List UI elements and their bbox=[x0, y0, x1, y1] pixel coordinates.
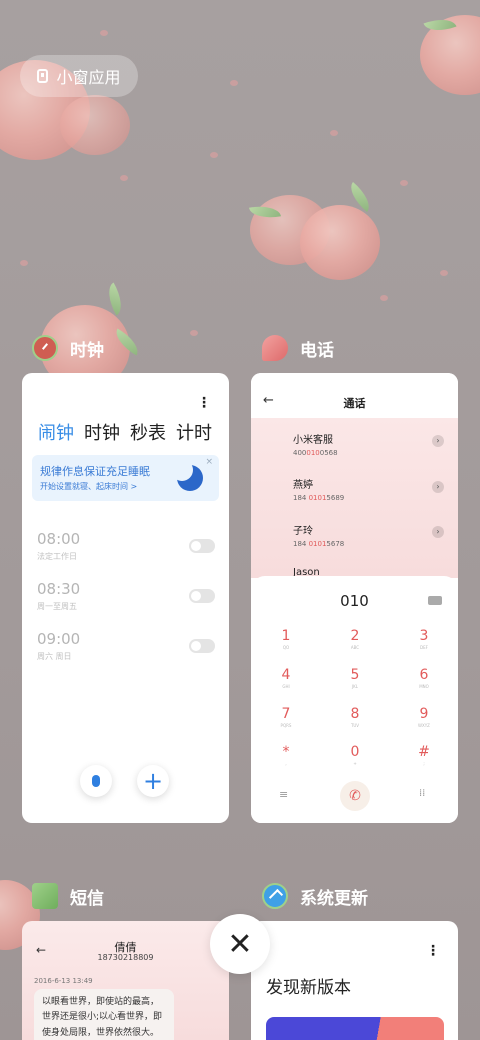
dial-key[interactable]: 2 ABC bbox=[325, 628, 385, 650]
contact-item[interactable]: 小米客服 4000100568 bbox=[293, 431, 338, 457]
plus-icon: + bbox=[142, 767, 164, 795]
alarm-repeat: 周一至周五 bbox=[37, 602, 77, 611]
banner-close-icon[interactable]: × bbox=[205, 457, 213, 467]
phone-app-icon bbox=[262, 335, 288, 361]
alarm-repeat: 周六 周日 bbox=[37, 652, 72, 661]
tab-alarm[interactable]: 闹钟 bbox=[38, 419, 74, 445]
update-banner bbox=[266, 1017, 444, 1040]
dial-key[interactable]: *, bbox=[256, 744, 316, 766]
clock-tabs: 闹钟 时钟 秒表 计时 bbox=[38, 419, 212, 445]
more-options-icon[interactable]: ⋮ bbox=[426, 943, 440, 959]
clock-app-icon bbox=[32, 335, 58, 361]
dialpad: 010 1 QO 2 ABC 3 DEF 4 GHI 5 JKL 6 MNO 7 PQRS 8… bbox=[251, 576, 458, 823]
contact-name: 子玲 bbox=[293, 526, 313, 537]
sms-app-card[interactable]: ← 倩倩 18730218809 2016-6-13 13:49 以眼看世界，即… bbox=[22, 921, 229, 1040]
dial-key[interactable]: 4 GHI bbox=[256, 667, 316, 689]
contact-number: 184 01015678 bbox=[293, 540, 345, 548]
keypad-grid-icon[interactable]: ⁞⁞ bbox=[419, 788, 425, 799]
dial-key[interactable]: #; bbox=[394, 744, 454, 766]
sms-contact-number: 18730218809 bbox=[97, 953, 154, 962]
phone-app-card[interactable]: ← 通话 小米客服 4000100568 › 燕婷 184 01015689 ›… bbox=[251, 373, 458, 823]
banner-title: 规律作息保证充足睡眠 bbox=[40, 465, 150, 478]
sms-app-header[interactable]: 短信 bbox=[32, 883, 104, 909]
floating-apps-button[interactable]: 小窗应用 bbox=[20, 55, 138, 97]
backspace-icon[interactable] bbox=[428, 596, 442, 605]
contact-list: 小米客服 4000100568 › 燕婷 184 01015689 › 子玲 1… bbox=[251, 418, 458, 578]
alarm-item[interactable]: 08:00 法定工作日 bbox=[37, 530, 215, 570]
message-date: 2016-6-13 13:49 bbox=[34, 977, 93, 985]
alarm-repeat: 法定工作日 bbox=[37, 552, 77, 561]
clock-app-name: 时钟 bbox=[70, 340, 104, 361]
sms-app-icon bbox=[32, 883, 58, 909]
more-options-icon[interactable]: ⋮ bbox=[197, 395, 211, 411]
dial-key[interactable]: 5 JKL bbox=[325, 667, 385, 689]
dialed-number: 010 bbox=[340, 592, 369, 610]
phone-top-bar: ← 通话 bbox=[251, 373, 458, 418]
update-app-icon bbox=[262, 883, 288, 909]
close-icon: ✕ bbox=[227, 926, 253, 962]
contact-number: 4000100568 bbox=[293, 449, 338, 457]
microphone-icon bbox=[92, 775, 100, 787]
contact-detail-icon[interactable]: › bbox=[432, 481, 444, 493]
contact-name: 小米客服 bbox=[293, 435, 333, 446]
system-update-card[interactable]: ⋮ 发现新版本 bbox=[251, 921, 458, 1040]
dial-key[interactable]: 6 MNO bbox=[394, 667, 454, 689]
phone-call-icon: ✆ bbox=[349, 788, 361, 804]
alarm-item[interactable]: 08:30 周一至周五 bbox=[37, 580, 215, 620]
alarm-toggle[interactable] bbox=[189, 639, 215, 653]
clock-app-card[interactable]: ⋮ 闹钟 时钟 秒表 计时 规律作息保证充足睡眠 开始设置就寝、起床时间 > ×… bbox=[22, 373, 229, 823]
tab-clock[interactable]: 时钟 bbox=[84, 419, 120, 445]
contact-detail-icon[interactable]: › bbox=[432, 435, 444, 447]
update-title: 发现新版本 bbox=[266, 978, 351, 998]
message-bubble: 以眼看世界，即使站的最高，世界还是很小;以心看世界，即使身处局限，世界依然很大。… bbox=[34, 989, 174, 1040]
close-all-button[interactable]: ✕ bbox=[210, 914, 270, 974]
dial-key[interactable]: 1 QO bbox=[256, 628, 316, 650]
moon-icon bbox=[171, 459, 203, 491]
sleep-schedule-banner[interactable]: 规律作息保证充足睡眠 开始设置就寝、起床时间 > × bbox=[32, 455, 219, 501]
dial-key[interactable]: 9 WXYZ bbox=[394, 706, 454, 728]
dial-key[interactable]: 8 TUV bbox=[325, 706, 385, 728]
banner-subtitle: 开始设置就寝、起床时间 > bbox=[40, 482, 138, 491]
update-app-header[interactable]: 系统更新 bbox=[262, 883, 368, 909]
update-app-name: 系统更新 bbox=[300, 888, 368, 909]
dial-key[interactable]: 3 DEF bbox=[394, 628, 454, 650]
floating-apps-label: 小窗应用 bbox=[56, 68, 121, 87]
call-button[interactable]: ✆ bbox=[340, 781, 370, 811]
menu-icon[interactable]: ≡ bbox=[279, 788, 288, 801]
clock-app-header[interactable]: 时钟 bbox=[32, 335, 104, 361]
phone-title: 通话 bbox=[343, 397, 366, 410]
alarm-toggle[interactable] bbox=[189, 589, 215, 603]
alarm-item[interactable]: 09:00 周六 周日 bbox=[37, 630, 215, 670]
phone-app-header[interactable]: 电话 bbox=[262, 335, 334, 361]
contact-number: 184 01015689 bbox=[293, 494, 345, 502]
dial-key[interactable]: 7 PQRS bbox=[256, 706, 316, 728]
alarm-toggle[interactable] bbox=[189, 539, 215, 553]
contact-item[interactable]: 子玲 184 01015678 bbox=[293, 522, 344, 548]
contact-name: 燕婷 bbox=[293, 480, 313, 491]
add-alarm-button[interactable]: + bbox=[137, 765, 169, 797]
dial-key[interactable]: 0 + bbox=[325, 744, 385, 766]
voice-button[interactable] bbox=[80, 765, 112, 797]
contact-detail-icon[interactable]: › bbox=[432, 526, 444, 538]
floating-window-icon bbox=[37, 69, 49, 83]
tab-stopwatch[interactable]: 秒表 bbox=[130, 419, 166, 445]
phone-app-name: 电话 bbox=[300, 340, 334, 361]
tab-timer[interactable]: 计时 bbox=[176, 419, 212, 445]
contact-item[interactable]: 燕婷 184 01015689 bbox=[293, 476, 344, 502]
sms-app-name: 短信 bbox=[70, 888, 104, 909]
